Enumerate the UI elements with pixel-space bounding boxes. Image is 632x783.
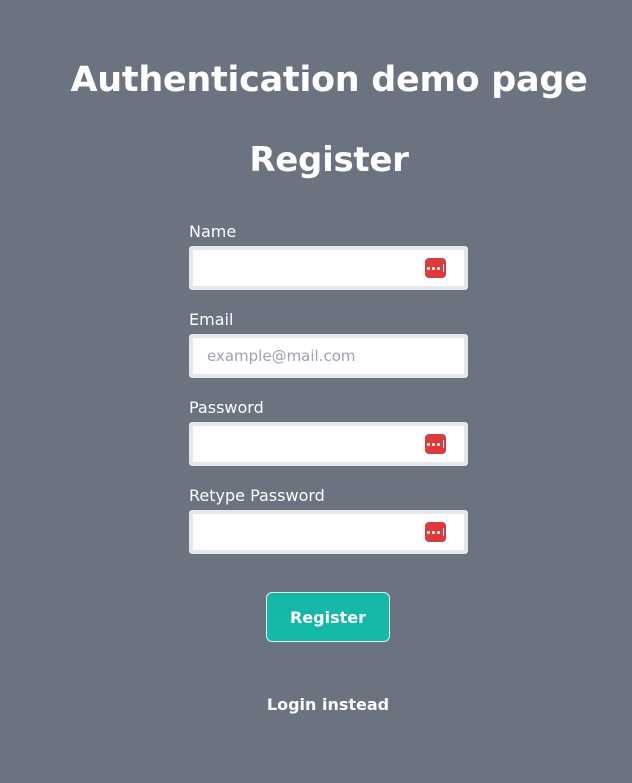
retype-password-label: Retype Password — [189, 486, 325, 505]
retype-password-input[interactable] — [193, 514, 464, 550]
login-instead-link[interactable]: Login instead — [0, 695, 632, 715]
password-field: Password — [189, 398, 468, 466]
register-button[interactable]: Register — [266, 592, 390, 642]
password-manager-icon[interactable] — [425, 522, 446, 542]
password-label: Password — [189, 398, 264, 417]
email-input[interactable] — [193, 338, 464, 374]
password-manager-icon[interactable] — [425, 258, 446, 278]
password-manager-icon[interactable] — [425, 434, 446, 454]
name-field: Name — [189, 222, 468, 290]
name-label: Name — [189, 222, 237, 241]
email-input-box — [189, 334, 468, 378]
name-input[interactable] — [193, 250, 464, 286]
email-label: Email — [189, 310, 234, 329]
email-field: Email — [189, 310, 468, 378]
password-input-box — [189, 422, 468, 466]
retype-password-input-box — [189, 510, 468, 554]
password-input[interactable] — [193, 426, 464, 462]
page-title: Register — [249, 140, 409, 180]
name-input-box — [189, 246, 468, 290]
retype-password-field: Retype Password — [189, 486, 468, 554]
app-title: Authentication demo page — [70, 60, 588, 100]
